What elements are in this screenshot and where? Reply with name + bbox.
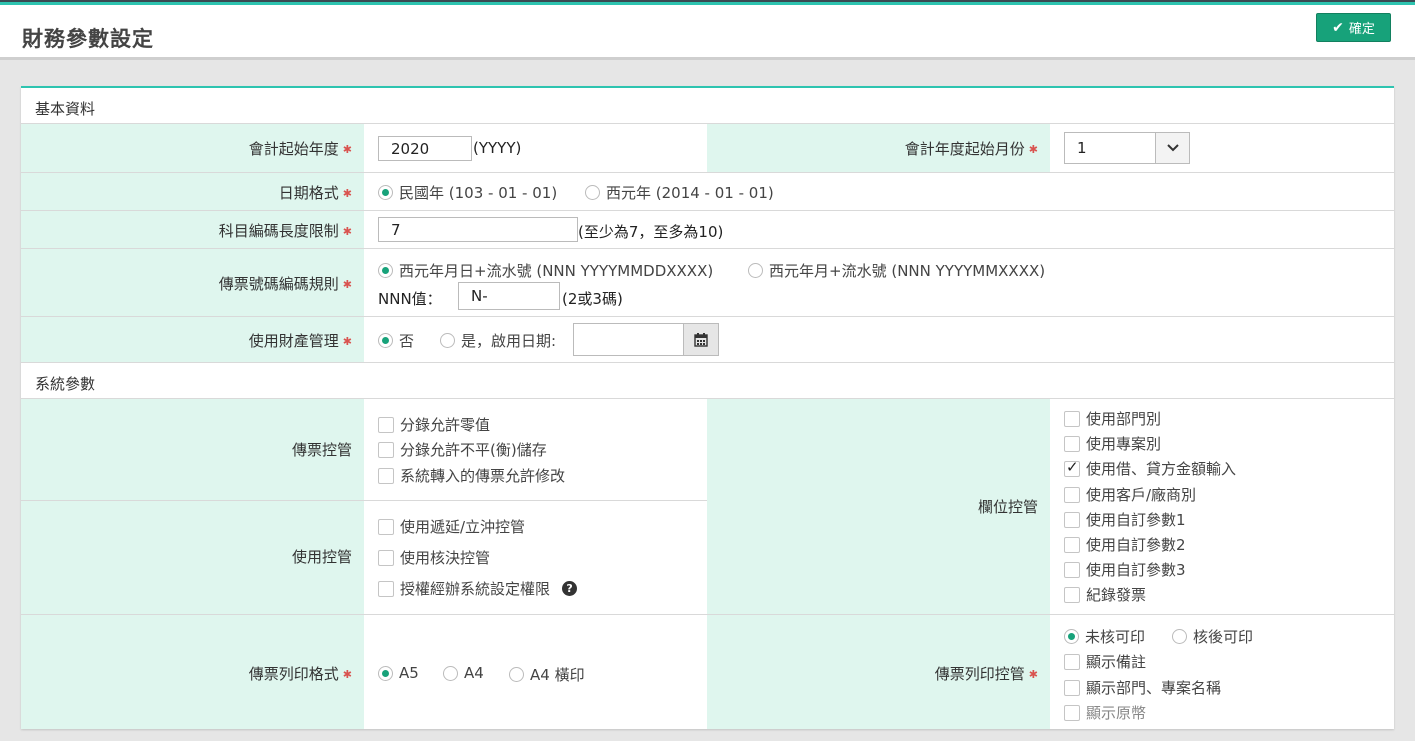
label-cell: 會計起始年度 ✱	[21, 124, 364, 172]
field-control-item[interactable]: 使用自訂參數1	[1064, 509, 1186, 530]
radio-button[interactable]	[1064, 629, 1079, 644]
date-format-option-ad[interactable]: 西元年 (2014 - 01 - 01)	[585, 182, 774, 203]
nnn-input[interactable]: N-	[458, 282, 560, 310]
label-cell: 使用財產管理 ✱	[21, 317, 364, 362]
print-control-option-before[interactable]: 未核可印	[1064, 626, 1145, 647]
section-title-basic: 基本資料	[35, 100, 96, 118]
radio-button[interactable]	[440, 333, 455, 348]
checkbox[interactable]	[1064, 679, 1080, 696]
radio-button[interactable]	[443, 665, 458, 681]
nnn-hint: (2或3碼)	[562, 290, 623, 308]
label-cell: 欄位控管	[707, 399, 1050, 614]
checkbox[interactable]	[1064, 561, 1080, 578]
fiscal-start-month-select[interactable]: 1	[1064, 132, 1190, 164]
checkbox[interactable]	[378, 416, 394, 433]
calendar-icon[interactable]	[683, 323, 719, 356]
label-cell: 傳票列印控管 ✱	[707, 615, 1050, 729]
radio-button[interactable]	[585, 185, 600, 200]
print-format-option-a4[interactable]: A4	[443, 664, 484, 682]
account-code-length-label: 科目編碼長度限制 ✱	[218, 222, 352, 240]
asset-enable-date-input[interactable]	[573, 323, 684, 356]
nnn-label: NNN值：	[378, 290, 442, 308]
account-code-length-hint: (至少為7，至多為10)	[578, 223, 724, 241]
page-title: 財務參數設定	[22, 27, 154, 51]
voucher-rule-option-ym[interactable]: 西元年月+流水號 (NNN YYYYMMXXXX)	[748, 260, 1045, 281]
checkbox[interactable]	[1064, 511, 1080, 528]
confirm-button-label: 確定	[1348, 22, 1375, 37]
checkbox[interactable]	[378, 549, 394, 566]
fiscal-start-month-value: 1	[1077, 139, 1087, 157]
voucher-control-item-zero[interactable]: 分錄允許零值	[378, 414, 490, 435]
print-control-label: 傳票列印控管 ✱	[934, 665, 1038, 683]
radio-button[interactable]	[509, 667, 524, 682]
checkbox[interactable]	[1064, 435, 1080, 452]
asset-management-option-no[interactable]: 否	[378, 330, 414, 351]
print-format-label: 傳票列印格式 ✱	[248, 665, 352, 683]
checkbox[interactable]	[378, 467, 394, 484]
checkbox[interactable]	[1064, 410, 1080, 427]
fiscal-start-year-input[interactable]: 2020	[378, 136, 472, 161]
radio-button[interactable]	[378, 665, 393, 681]
field-control-item[interactable]: 使用借、貸方金額輸入	[1064, 458, 1236, 479]
checkbox[interactable]	[378, 518, 394, 535]
label-cell: 傳票控管	[21, 399, 364, 500]
field-control-item[interactable]: 使用專案別	[1064, 433, 1161, 454]
checkbox[interactable]	[378, 580, 394, 597]
use-control-item-approval[interactable]: 使用核決控管	[378, 547, 490, 568]
print-control-item-currency[interactable]: 顯示原幣	[1064, 702, 1146, 723]
section-title-system: 系統參數	[35, 375, 96, 393]
label-cell: 科目編碼長度限制 ✱	[21, 211, 364, 248]
print-format-option-a4-landscape[interactable]: A4 橫印	[509, 664, 585, 685]
asset-management-option-yes[interactable]: 是，啟用日期:	[440, 330, 556, 351]
checkbox[interactable]	[1064, 653, 1080, 670]
voucher-control-item-unbalanced[interactable]: 分錄允許不平(衡)儲存	[378, 439, 547, 460]
label-cell: 傳票號碼編碼規則 ✱	[21, 249, 364, 316]
print-format-option-a5[interactable]: A5	[378, 664, 419, 682]
asset-management-label: 使用財產管理 ✱	[248, 332, 352, 350]
date-format-label: 日期格式 ✱	[278, 184, 352, 202]
checkbox[interactable]	[1064, 536, 1080, 553]
account-code-length-input[interactable]: 7	[378, 217, 578, 242]
radio-button[interactable]	[378, 263, 393, 278]
confirm-button[interactable]: ✔ 確定	[1316, 13, 1391, 42]
field-control-item[interactable]: 使用自訂參數2	[1064, 534, 1186, 555]
fiscal-start-year-label: 會計起始年度 ✱	[248, 140, 352, 158]
use-control-item-deferral[interactable]: 使用遞延/立沖控管	[378, 516, 525, 537]
radio-button[interactable]	[378, 185, 393, 200]
radio-button[interactable]	[378, 333, 393, 348]
checkbox[interactable]	[1064, 486, 1080, 503]
date-format-option-roc[interactable]: 民國年 (103 - 01 - 01)	[378, 182, 557, 203]
check-icon: ✔	[1332, 19, 1344, 36]
checkbox[interactable]	[378, 441, 394, 458]
help-icon[interactable]: ?	[562, 581, 578, 596]
print-control-option-after[interactable]: 核後可印	[1172, 626, 1253, 647]
label-cell: 使用控管	[21, 501, 364, 614]
radio-button[interactable]	[748, 263, 763, 278]
use-control-label: 使用控管	[291, 548, 352, 566]
print-control-item-dept[interactable]: 顯示部門、專案名稱	[1064, 677, 1221, 698]
field-control-item[interactable]: 使用客戶/廠商別	[1064, 484, 1196, 505]
field-control-label: 欄位控管	[977, 498, 1038, 516]
print-control-item-remark[interactable]: 顯示備註	[1064, 651, 1146, 672]
radio-button[interactable]	[1172, 629, 1187, 644]
label-cell: 會計年度起始月份 ✱	[707, 124, 1050, 172]
voucher-number-rule-label: 傳票號碼編碼規則 ✱	[218, 275, 352, 293]
field-control-item[interactable]: 使用自訂參數3	[1064, 559, 1186, 580]
voucher-rule-option-ymd[interactable]: 西元年月日+流水號 (NNN YYYYMMDDXXXX)	[378, 260, 713, 281]
label-cell: 日期格式 ✱	[21, 173, 364, 210]
field-control-item[interactable]: 使用部門別	[1064, 408, 1161, 429]
label-cell: 傳票列印格式 ✱	[21, 615, 364, 729]
voucher-control-label: 傳票控管	[291, 441, 352, 459]
use-control-item-authorize[interactable]: 授權經辦系統設定權限 ?	[378, 578, 578, 599]
page-header: 財務參數設定 ✔ 確定	[0, 5, 1415, 60]
fiscal-start-month-label: 會計年度起始月份 ✱	[904, 140, 1038, 158]
checkbox[interactable]	[1064, 586, 1080, 603]
fiscal-start-year-hint: (YYYY)	[473, 139, 522, 157]
voucher-control-item-imported[interactable]: 系統轉入的傳票允許修改	[378, 465, 565, 486]
checkbox[interactable]	[1064, 704, 1080, 721]
settings-panel: 基本資料 會計起始年度 ✱ 2020 (YYYY) 會計年度起始月份 ✱ 1 日期格…	[21, 86, 1394, 729]
chevron-down-icon[interactable]	[1155, 133, 1189, 163]
field-control-item[interactable]: 紀錄發票	[1064, 584, 1146, 605]
checkbox[interactable]	[1064, 458, 1080, 477]
